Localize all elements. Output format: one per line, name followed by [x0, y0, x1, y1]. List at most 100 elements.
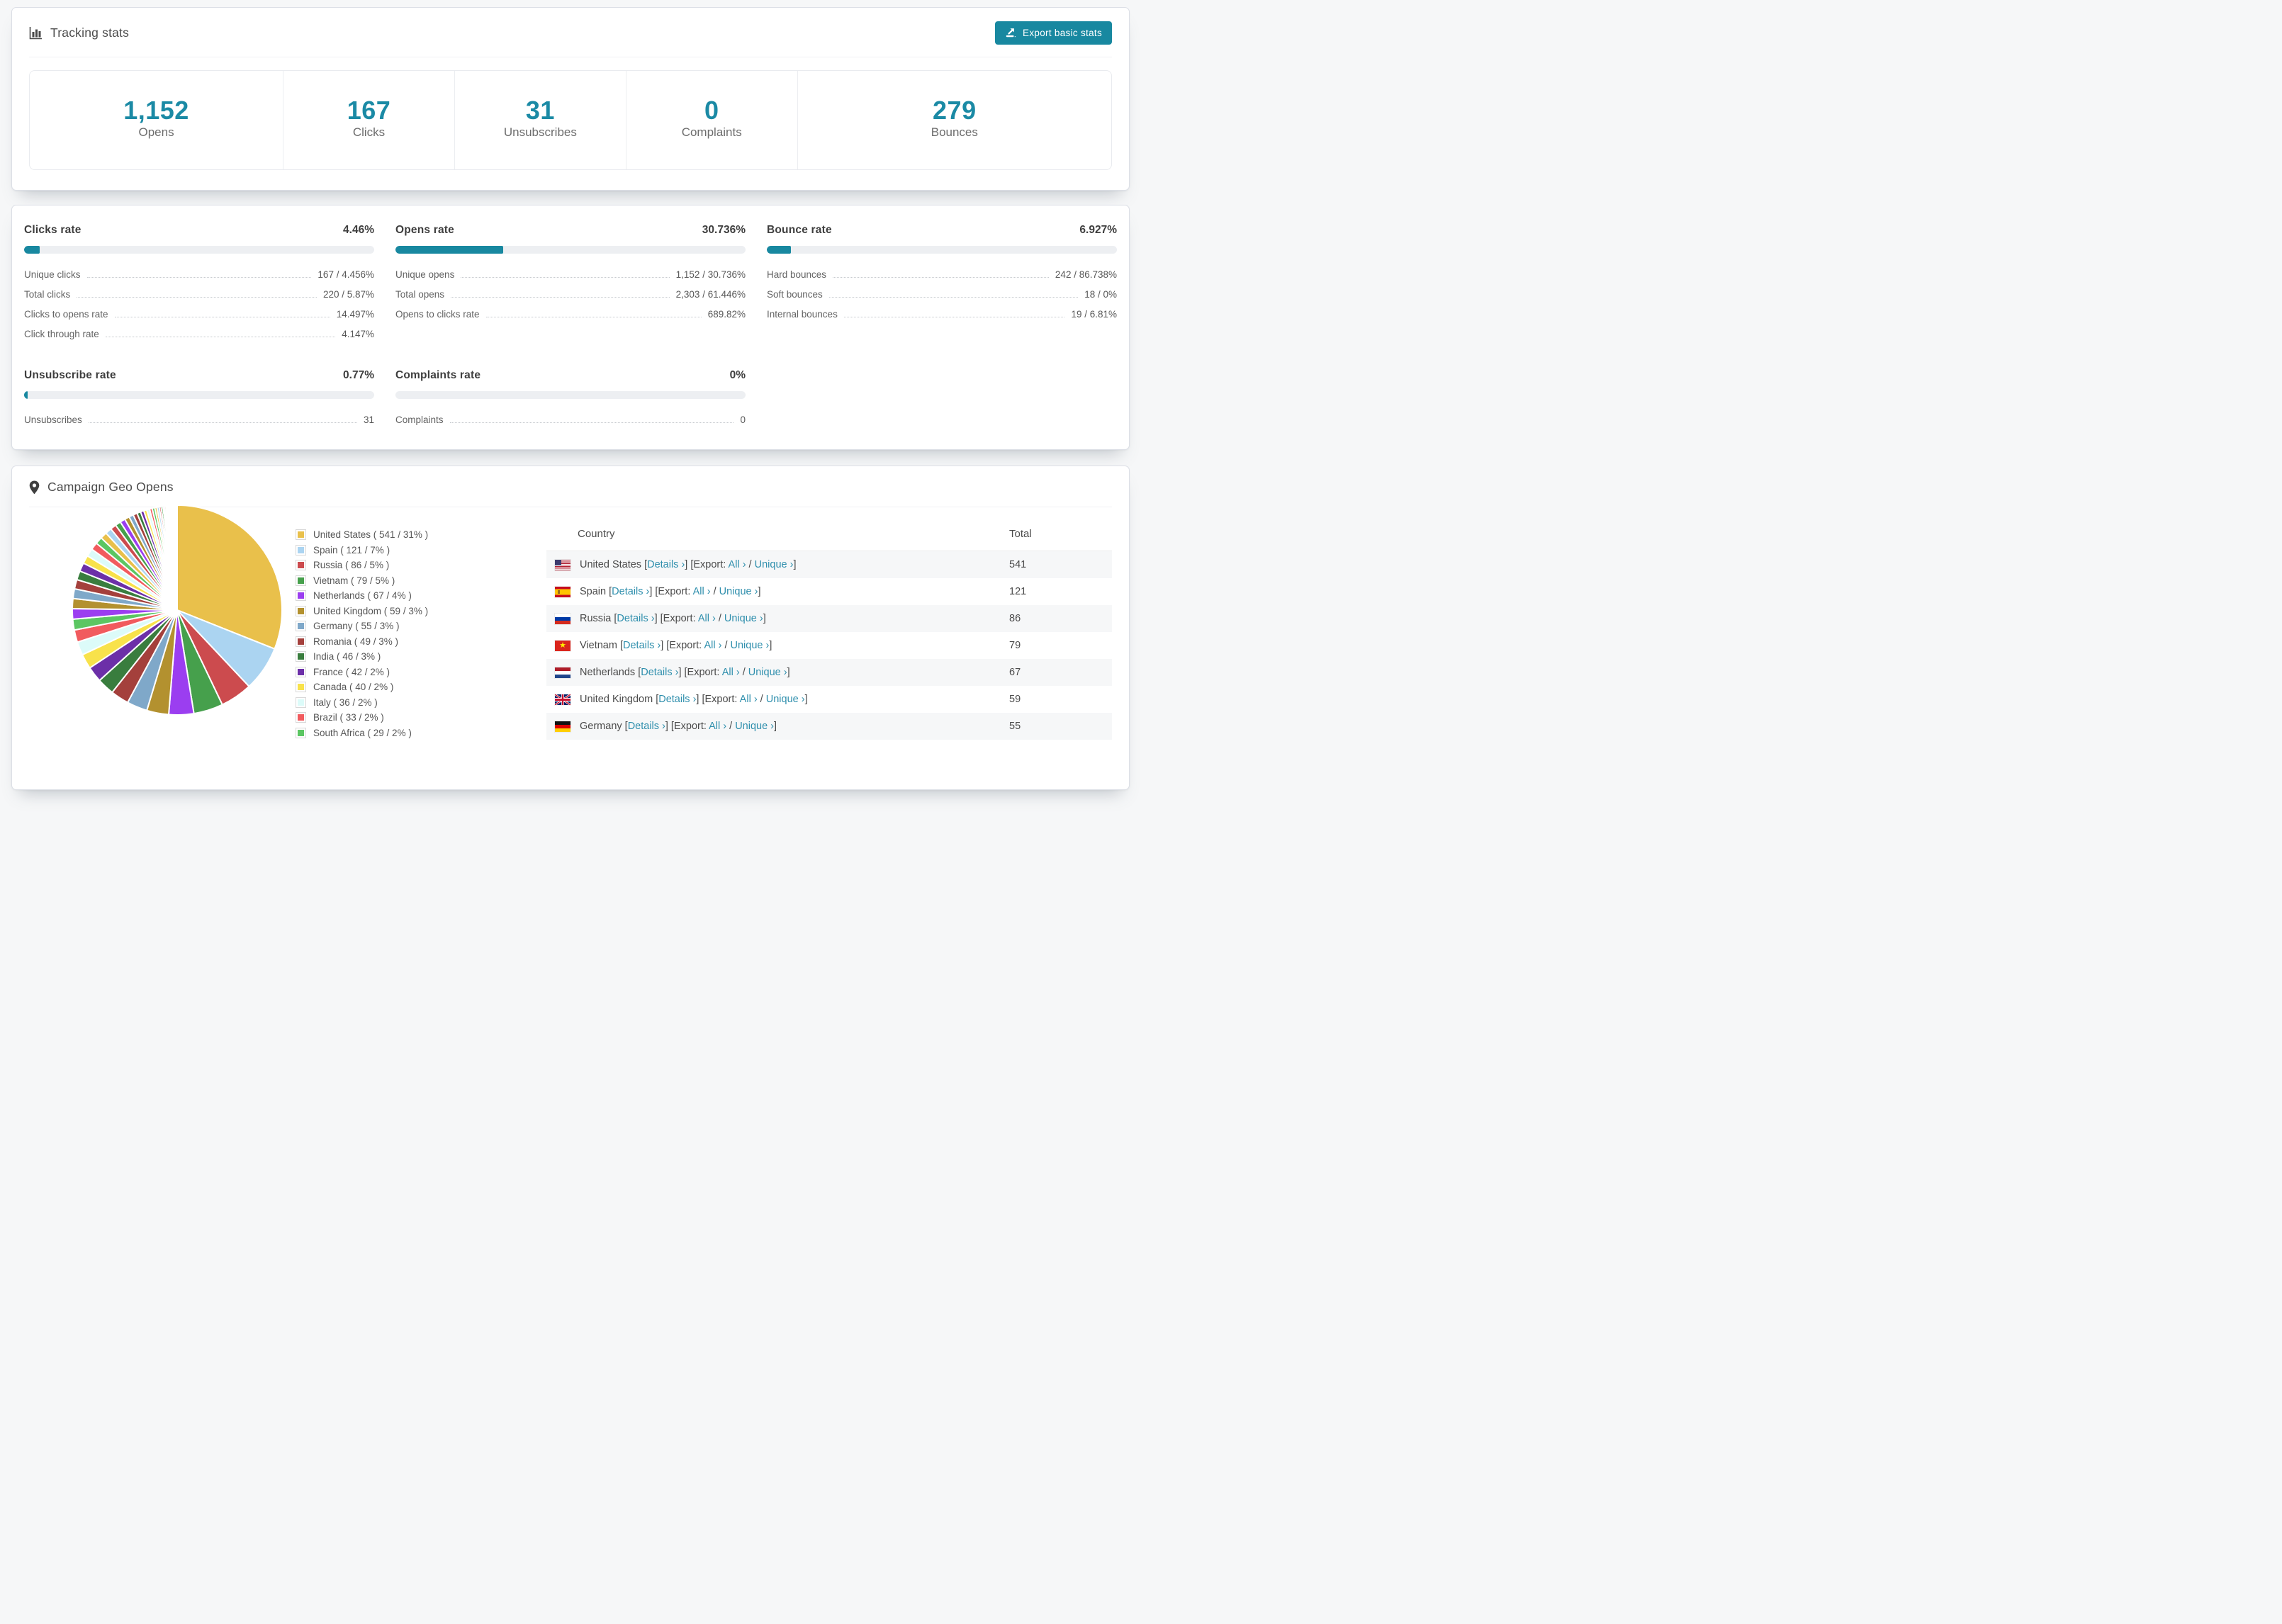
ru-flag-icon: [555, 613, 570, 624]
rate-block-clicks-rate: Clicks rate 4.46% Unique clicks 167 / 4.4…: [24, 224, 374, 344]
stat-value: 167: [347, 96, 391, 125]
details-link-united-states[interactable]: Details ›: [647, 559, 685, 570]
rate-row-total-opens: Total opens 2,303 / 61.446%: [395, 284, 746, 304]
pie-chart[interactable]: [70, 503, 284, 717]
export-all-link-united-kingdom[interactable]: All ›: [740, 694, 758, 705]
legend-item-brazil[interactable]: Brazil ( 33 / 2% ): [296, 712, 529, 723]
geo-table-row-russia: Russia [Details ›] [Export: All › / Uniq…: [546, 605, 1112, 633]
country-cell: Russia [Details ›] [Export: All › / Uniq…: [555, 613, 1002, 624]
country-cell: Netherlands [Details ›] [Export: All › /…: [555, 667, 1002, 678]
legend-item-united-kingdom[interactable]: United Kingdom ( 59 / 3% ): [296, 605, 529, 616]
legend-label: South Africa ( 29 / 2% ): [313, 727, 412, 738]
export-all-link-russia[interactable]: All ›: [698, 613, 716, 624]
de-flag-icon: [555, 721, 570, 732]
export-unique-link-united-kingdom[interactable]: Unique ›: [766, 694, 805, 705]
closing-bracket: ]: [804, 694, 808, 706]
country-cell: United States [Details ›] [Export: All ›…: [555, 559, 1002, 570]
total-cell: 67: [1009, 667, 1021, 679]
progress-bar-complaints-rate: [395, 391, 746, 400]
legend-swatch-icon: [296, 636, 306, 647]
card-rates: Clicks rate 4.46% Unique clicks 167 / 4.4…: [11, 205, 1130, 451]
rate-title: Bounce rate: [767, 224, 832, 237]
total-cell: 541: [1009, 559, 1027, 571]
dotted-leader: [828, 296, 1079, 298]
details-link-netherlands[interactable]: Details ›: [641, 667, 678, 678]
export-label: ] [Export:: [685, 559, 729, 571]
rate-row-value: 689.82%: [707, 308, 746, 320]
legend-item-canada[interactable]: Canada ( 40 / 2% ): [296, 682, 529, 693]
geo-table-row-spain: Spain [Details ›] [Export: All › / Uniqu…: [546, 578, 1112, 605]
legend-swatch-icon: [296, 590, 306, 602]
legend-item-romania[interactable]: Romania ( 49 / 3% ): [296, 636, 529, 647]
details-link-united-kingdom[interactable]: Details ›: [658, 694, 696, 705]
country-name: Spain [: [580, 586, 612, 598]
stat-value: 279: [933, 96, 977, 125]
export-unique-link-vietnam[interactable]: Unique ›: [731, 640, 770, 651]
tracking-stats-page: Tracking stats Export basic stats 1,152 …: [0, 7, 1141, 819]
dotted-leader: [451, 296, 670, 298]
progress-fill: [767, 246, 792, 254]
stat-card-clicks: 167 Clicks: [283, 71, 454, 170]
export-all-link-vietnam[interactable]: All ›: [704, 640, 721, 651]
geo-body: United States ( 541 / 31% ) Spain ( 121 …: [12, 504, 1129, 743]
pie-slice-other-49[interactable]: [176, 504, 178, 611]
gb-flag-icon: [555, 694, 570, 705]
slash-separator: /: [757, 694, 766, 706]
nl-flag-icon: [555, 667, 570, 678]
rate-row-opens-to-clicks-rate: Opens to clicks rate 689.82%: [395, 304, 746, 324]
legend-item-netherlands[interactable]: Netherlands ( 67 / 4% ): [296, 590, 529, 602]
progress-fill: [24, 391, 28, 400]
rate-row-value: 19 / 6.81%: [1071, 308, 1117, 320]
export-all-link-germany[interactable]: All ›: [709, 721, 726, 732]
legend-label: Russia ( 86 / 5% ): [313, 560, 390, 571]
export-unique-link-germany[interactable]: Unique ›: [735, 721, 774, 732]
stat-value: 31: [525, 96, 555, 125]
legend-item-russia[interactable]: Russia ( 86 / 5% ): [296, 560, 529, 571]
details-link-vietnam[interactable]: Details ›: [623, 640, 661, 651]
legend-item-vietnam[interactable]: Vietnam ( 79 / 5% ): [296, 575, 529, 586]
closing-bracket: ]: [774, 721, 777, 733]
rate-row-label: Unique opens: [395, 269, 455, 280]
legend-item-south-africa[interactable]: South Africa ( 29 / 2% ): [296, 727, 529, 738]
export-unique-link-united-states[interactable]: Unique ›: [755, 559, 794, 570]
stat-card-unsubscribes: 31 Unsubscribes: [454, 71, 626, 170]
export-unique-link-russia[interactable]: Unique ›: [724, 613, 763, 624]
rate-row-label: Complaints: [395, 414, 444, 425]
legend-item-france[interactable]: France ( 42 / 2% ): [296, 666, 529, 677]
rate-row-unsubscribes: Unsubscribes 31: [24, 410, 374, 429]
rate-row-soft-bounces: Soft bounces 18 / 0%: [767, 284, 1117, 304]
legend-item-united-states[interactable]: United States ( 541 / 31% ): [296, 529, 529, 541]
export-unique-link-spain[interactable]: Unique ›: [719, 586, 758, 597]
legend-item-germany[interactable]: Germany ( 55 / 3% ): [296, 621, 529, 632]
details-link-russia[interactable]: Details ›: [617, 613, 654, 624]
details-link-germany[interactable]: Details ›: [628, 721, 665, 732]
export-basic-stats-button[interactable]: Export basic stats: [995, 21, 1112, 45]
country-links: Spain [Details ›] [Export: All › / Uniqu…: [580, 586, 761, 597]
legend-item-italy[interactable]: Italy ( 36 / 2% ): [296, 697, 529, 708]
progress-fill: [24, 246, 40, 254]
legend-item-india[interactable]: India ( 46 / 3% ): [296, 651, 529, 662]
stat-label: Clicks: [352, 125, 386, 140]
export-all-link-united-states[interactable]: All ›: [729, 559, 746, 570]
export-unique-link-netherlands[interactable]: Unique ›: [748, 667, 787, 678]
slash-separator: /: [739, 667, 748, 679]
export-all-link-spain[interactable]: All ›: [693, 586, 711, 597]
rate-row-value: 0: [740, 414, 746, 425]
rate-title: Opens rate: [395, 224, 454, 237]
legend-swatch-icon: [296, 560, 306, 571]
rate-row-label: Unsubscribes: [24, 414, 82, 425]
country-cell: Spain [Details ›] [Export: All › / Uniqu…: [555, 586, 1002, 597]
legend-label: United Kingdom ( 59 / 3% ): [313, 605, 429, 616]
details-link-spain[interactable]: Details ›: [612, 586, 649, 597]
slash-separator: /: [746, 559, 755, 571]
rate-title: Clicks rate: [24, 224, 82, 237]
pie-legend: United States ( 541 / 31% ) Spain ( 121 …: [296, 514, 529, 743]
legend-swatch-icon: [296, 697, 306, 708]
legend-swatch-icon: [296, 651, 306, 662]
legend-item-spain[interactable]: Spain ( 121 / 7% ): [296, 544, 529, 556]
rate-row-label: Total opens: [395, 288, 445, 300]
export-all-link-netherlands[interactable]: All ›: [722, 667, 740, 678]
rate-rows: Unique clicks 167 / 4.456% Total clicks 22…: [24, 264, 374, 344]
legend-label: France ( 42 / 2% ): [313, 666, 390, 677]
legend-label: Vietnam ( 79 / 5% ): [313, 575, 395, 586]
